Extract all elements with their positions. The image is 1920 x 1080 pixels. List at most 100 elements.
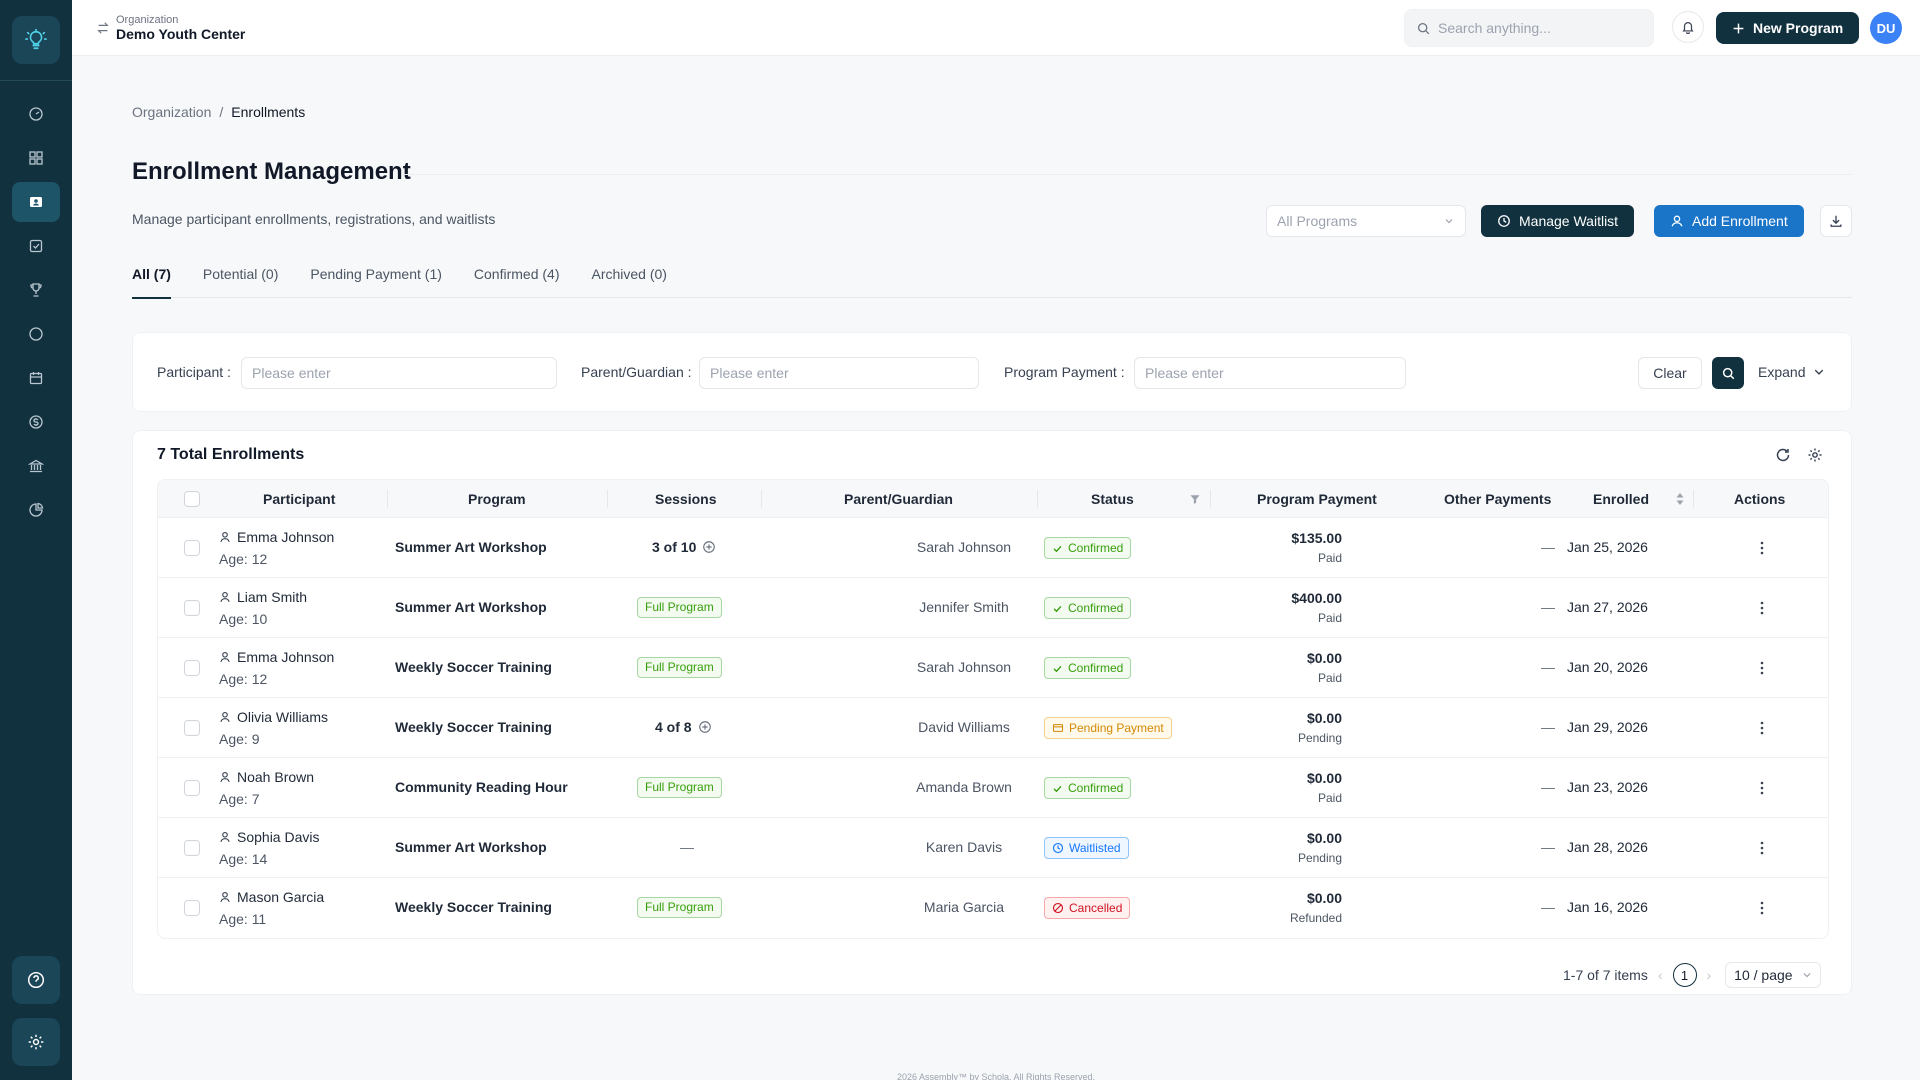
participant-name[interactable]: Emma Johnson bbox=[219, 649, 334, 665]
row-actions-kebab-icon[interactable] bbox=[1750, 536, 1774, 560]
participant-name[interactable]: Liam Smith bbox=[219, 589, 307, 605]
table-row[interactable]: Emma Johnson Age: 12 Weekly Soccer Train… bbox=[158, 638, 1828, 698]
sessions-count[interactable]: 3 of 10 bbox=[652, 539, 716, 555]
participant-name[interactable]: Sophia Davis bbox=[219, 829, 320, 845]
row-actions-kebab-icon[interactable] bbox=[1750, 716, 1774, 740]
help-question-icon[interactable] bbox=[12, 956, 60, 1004]
row-checkbox[interactable] bbox=[184, 540, 200, 556]
row-checkbox[interactable] bbox=[184, 780, 200, 796]
row-actions-kebab-icon[interactable] bbox=[1750, 776, 1774, 800]
global-search-input[interactable] bbox=[1438, 20, 1638, 36]
col-status[interactable]: Status bbox=[1091, 491, 1134, 507]
nav-enrollments-id-card-icon[interactable] bbox=[12, 182, 60, 222]
tab-potential[interactable]: Potential (0) bbox=[203, 260, 278, 298]
nav-grid-icon[interactable] bbox=[12, 138, 60, 178]
tab-confirmed[interactable]: Confirmed (4) bbox=[474, 260, 560, 298]
participant-name[interactable]: Noah Brown bbox=[219, 769, 314, 785]
col-other-payments[interactable]: Other Payments bbox=[1444, 491, 1551, 507]
credit-card-icon bbox=[1052, 724, 1064, 732]
row-checkbox[interactable] bbox=[184, 900, 200, 916]
row-checkbox[interactable] bbox=[184, 840, 200, 856]
select-all-checkbox[interactable] bbox=[184, 491, 200, 507]
nav-calendar-icon[interactable] bbox=[12, 358, 60, 398]
tab-all[interactable]: All (7) bbox=[132, 260, 171, 299]
nav-dollar-icon[interactable] bbox=[12, 402, 60, 442]
col-sessions[interactable]: Sessions bbox=[655, 491, 716, 507]
col-participant[interactable]: Participant bbox=[263, 491, 335, 507]
sessions-count[interactable]: 4 of 8 bbox=[655, 719, 712, 735]
title-divider bbox=[402, 174, 1852, 175]
row-actions-kebab-icon[interactable] bbox=[1750, 596, 1774, 620]
program-filter-select[interactable]: All Programs bbox=[1266, 205, 1466, 237]
participant-name[interactable]: Emma Johnson bbox=[219, 529, 334, 545]
row-checkbox[interactable] bbox=[184, 600, 200, 616]
nav-messages-icon[interactable] bbox=[12, 314, 60, 354]
new-program-button[interactable]: New Program bbox=[1716, 12, 1860, 44]
participant-filter-input[interactable] bbox=[241, 357, 557, 389]
row-actions-kebab-icon[interactable] bbox=[1750, 896, 1774, 920]
col-parent[interactable]: Parent/Guardian bbox=[844, 491, 953, 507]
org-switcher[interactable]: Organization Demo Youth Center bbox=[96, 14, 245, 42]
notifications-bell-icon[interactable] bbox=[1672, 11, 1704, 43]
table-row[interactable]: Olivia Williams Age: 9 Weekly Soccer Tra… bbox=[158, 698, 1828, 758]
tab-pending-payment[interactable]: Pending Payment (1) bbox=[310, 260, 442, 298]
global-search[interactable] bbox=[1404, 9, 1654, 47]
table-row[interactable]: Sophia Davis Age: 14 Summer Art Workshop… bbox=[158, 818, 1828, 878]
refresh-icon[interactable] bbox=[1773, 445, 1793, 465]
user-avatar[interactable]: DU bbox=[1870, 12, 1902, 44]
plus-circle-icon[interactable] bbox=[698, 720, 712, 734]
row-checkbox[interactable] bbox=[184, 660, 200, 676]
search-filters-button[interactable] bbox=[1712, 357, 1744, 389]
col-program-payment[interactable]: Program Payment bbox=[1257, 491, 1377, 507]
parent-filter-input[interactable] bbox=[699, 357, 979, 389]
col-program[interactable]: Program bbox=[468, 491, 526, 507]
row-actions-kebab-icon[interactable] bbox=[1750, 836, 1774, 860]
breadcrumb-organization[interactable]: Organization bbox=[132, 104, 211, 120]
row-actions-kebab-icon[interactable] bbox=[1750, 656, 1774, 680]
add-enrollment-button[interactable]: Add Enrollment bbox=[1654, 205, 1804, 237]
search-icon bbox=[1417, 22, 1430, 34]
expand-filters-button[interactable]: Expand bbox=[1758, 364, 1825, 380]
payment-amount: $135.00 bbox=[1291, 530, 1342, 546]
person-icon bbox=[220, 711, 230, 723]
other-payments: — bbox=[1541, 659, 1555, 675]
manage-waitlist-button[interactable]: Manage Waitlist bbox=[1481, 205, 1635, 237]
filter-funnel-icon[interactable] bbox=[1189, 493, 1201, 505]
participant-name[interactable]: Mason Garcia bbox=[219, 889, 324, 905]
pagination-summary: 1-7 of 7 items bbox=[1563, 967, 1648, 983]
plus-circle-icon[interactable] bbox=[702, 540, 716, 554]
sidebar-nav bbox=[12, 94, 60, 534]
sort-arrows-icon[interactable] bbox=[1675, 491, 1685, 507]
prev-page-chevron-icon[interactable]: ‹ bbox=[1658, 967, 1663, 983]
tab-archived[interactable]: Archived (0) bbox=[592, 260, 667, 298]
payment-filter-input[interactable] bbox=[1134, 357, 1406, 389]
next-page-chevron-icon[interactable]: › bbox=[1707, 967, 1712, 983]
clear-filters-button[interactable]: Clear bbox=[1638, 357, 1702, 389]
person-icon bbox=[220, 591, 230, 603]
participant-name[interactable]: Olivia Williams bbox=[219, 709, 328, 725]
participant-age: Age: 9 bbox=[219, 731, 260, 747]
search-icon bbox=[1722, 367, 1734, 379]
status-badge: Cancelled bbox=[1044, 897, 1131, 919]
table-row[interactable]: Noah Brown Age: 7 Community Reading Hour… bbox=[158, 758, 1828, 818]
table-row[interactable]: Liam Smith Age: 10 Summer Art Workshop F… bbox=[158, 578, 1828, 638]
col-enrolled[interactable]: Enrolled bbox=[1593, 491, 1649, 507]
nav-checkbox-icon[interactable] bbox=[12, 226, 60, 266]
col-divider bbox=[1210, 490, 1211, 508]
page-number[interactable]: 1 bbox=[1672, 963, 1697, 987]
table-settings-gear-icon[interactable] bbox=[1805, 445, 1825, 465]
table-row[interactable]: Mason Garcia Age: 11 Weekly Soccer Train… bbox=[158, 878, 1828, 938]
table-row[interactable]: Emma Johnson Age: 12 Summer Art Workshop… bbox=[158, 518, 1828, 578]
download-icon[interactable] bbox=[1820, 205, 1852, 237]
pagination: 1-7 of 7 items ‹ 1 › 10 / page bbox=[1563, 962, 1822, 988]
participant-age: Age: 14 bbox=[219, 851, 268, 867]
nav-reports-pie-icon[interactable] bbox=[12, 490, 60, 530]
settings-gear-icon[interactable] bbox=[12, 1018, 60, 1066]
row-checkbox[interactable] bbox=[184, 720, 200, 736]
page-size-select[interactable]: 10 / page bbox=[1725, 962, 1822, 988]
participant-filter-label: Participant : bbox=[157, 364, 231, 380]
nav-bank-icon[interactable] bbox=[12, 446, 60, 486]
nav-trophy-icon[interactable] bbox=[12, 270, 60, 310]
app-logo-lightbulb-icon[interactable] bbox=[12, 16, 60, 64]
nav-dashboard-gauge-icon[interactable] bbox=[12, 94, 60, 134]
